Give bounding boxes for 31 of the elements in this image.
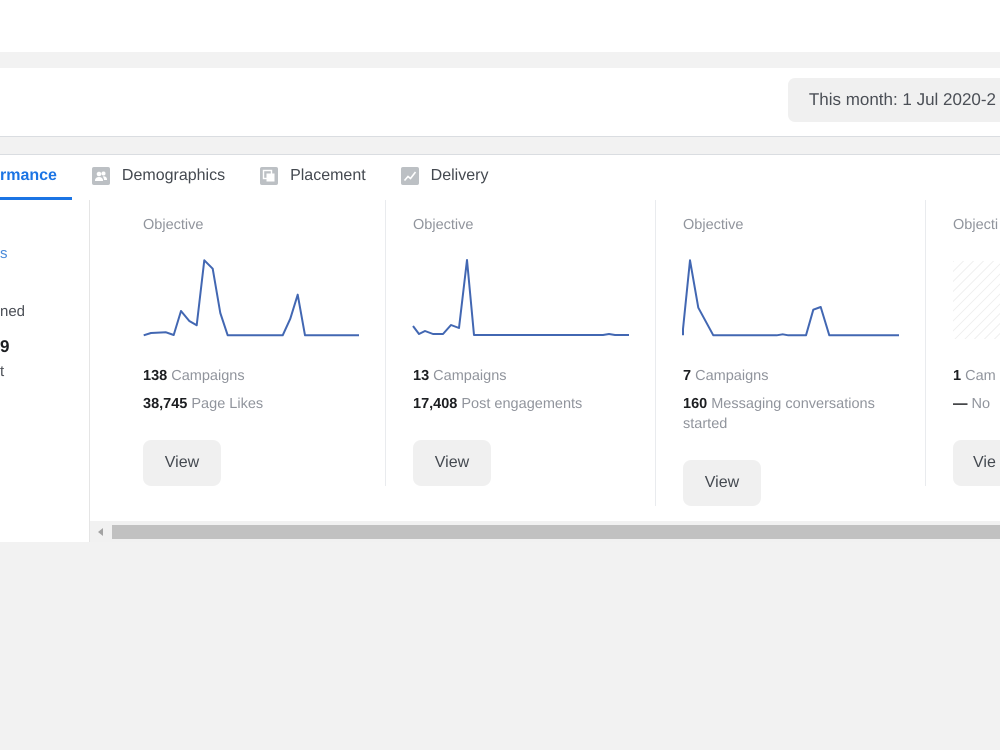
card-title: Objective [683,216,744,235]
campaign-count: 13 Campaigns [413,367,507,386]
tab[interactable]: Demographics [76,155,240,200]
horizontal-scrollbar[interactable] [90,521,1000,542]
result-metric: 17,408 Post engagements [413,395,582,414]
view-button[interactable]: View [143,440,221,486]
view-button[interactable]: View [683,460,761,506]
result-metric: 160 Messaging conversations started [683,395,876,434]
card-title: Objective [413,216,474,235]
result-metric: 38,745 Page Likes [143,395,264,414]
stacked-squares-icon [260,167,278,185]
scroll-left-arrow-icon[interactable] [98,528,103,536]
date-range-button[interactable]: This month: 1 Jul 2020-2 [788,78,1000,122]
stat-label: t [0,362,4,382]
view-button[interactable]: View [413,440,491,486]
view-button[interactable]: Vie [953,440,1000,486]
scrollbar-thumb[interactable] [112,524,1000,538]
tab[interactable]: Delivery [386,155,504,200]
side-link[interactable]: s [0,244,8,264]
campaign-count: 138 Campaigns [143,367,245,386]
tab[interactable]: rmance [0,155,72,200]
stat-label: ned [0,302,26,322]
tab[interactable]: Placement [245,155,381,200]
campaign-count: 1 Cam [953,367,996,386]
stat-value: 9 [0,336,10,358]
result-metric: — No [953,395,990,414]
campaign-count: 7 Campaigns [683,367,768,386]
line-chart-icon [400,167,419,185]
people-icon [92,167,110,185]
card-title: Objective [143,216,204,235]
card-title: Objecti [953,216,998,235]
